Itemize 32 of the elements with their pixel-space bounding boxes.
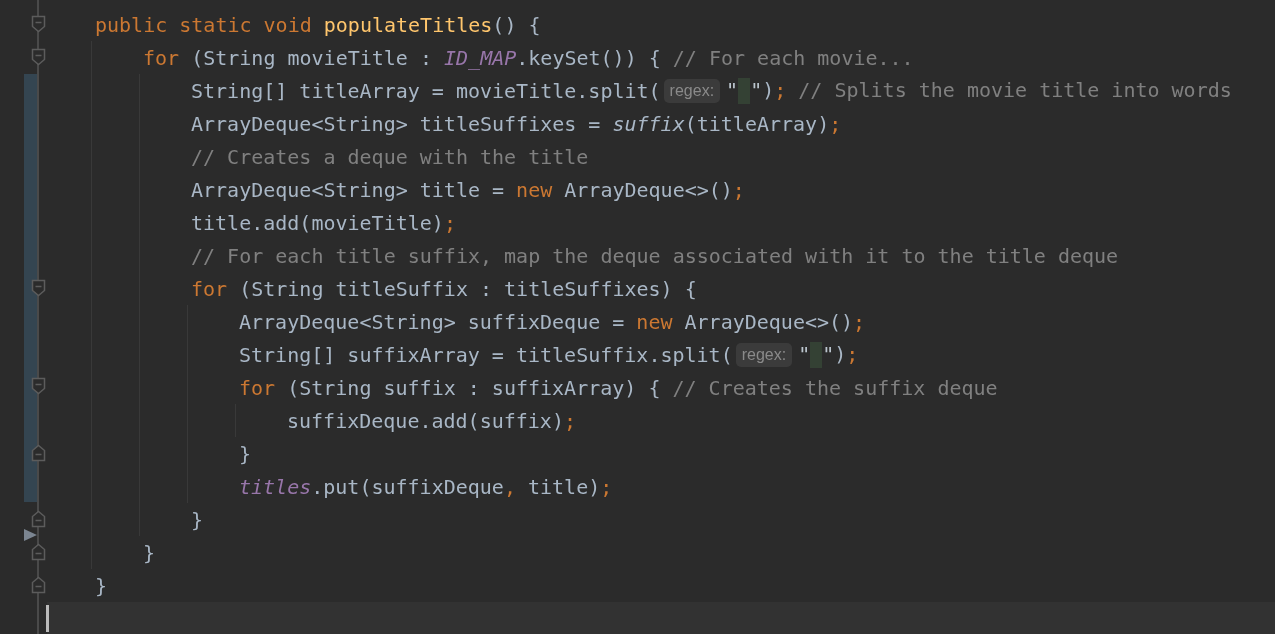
code-text: ArrayDeque<String> title = new ArrayDeque<>(); [191, 176, 745, 203]
inlay-hint: regex: [663, 78, 721, 103]
code-text: } [95, 572, 108, 599]
fold-icon[interactable] [31, 575, 46, 595]
fold-icon[interactable] [31, 509, 46, 529]
code-text: } [191, 506, 204, 533]
code-text: title.add(movieTitle); [191, 209, 456, 236]
fold-icon[interactable] [31, 47, 46, 67]
inlay-hint: regex: [735, 342, 793, 367]
code-text: // Creates a deque with the title [191, 143, 589, 170]
code-text: String[] titleArray = movieTitle.split( [191, 77, 661, 104]
triangle-icon[interactable] [24, 529, 37, 542]
code-text: public static void populateTitles() { [95, 11, 541, 38]
code-text: for (String suffix : suffixArray) { // Creates the suffix deque [239, 374, 998, 401]
code-text: " "); [798, 340, 859, 369]
code-text: } [143, 539, 156, 566]
code-text: for (String movieTitle : ID_MAP.keySet()) { // For each movie... [143, 44, 914, 71]
fold-icon[interactable] [31, 15, 46, 34]
code-text: } [239, 440, 252, 467]
code-text: String[] suffixArray = titleSuffix.split( [239, 341, 733, 368]
fold-icon[interactable] [31, 377, 46, 397]
code-text: for (String titleSuffix : titleSuffixes) { [191, 275, 697, 302]
text-cursor [46, 604, 49, 632]
code-text: suffixDeque.add(suffix); [287, 407, 576, 434]
code-text: ArrayDeque<String> suffixDeque = new ArrayDeque<>(); [239, 308, 866, 335]
fold-icon[interactable] [31, 278, 46, 298]
code-text: titles.put(suffixDeque, title); [239, 473, 613, 500]
fold-icon[interactable] [31, 443, 46, 463]
code-text: // For each title suffix, map the deque associated with it to the title deque [191, 242, 1119, 269]
code-text: ArrayDeque<String> titleSuffixes = suffix(titleArray); [191, 110, 842, 137]
fold-icon[interactable] [31, 542, 46, 562]
code-text: " "); // Splits the movie title into words [726, 76, 1232, 105]
